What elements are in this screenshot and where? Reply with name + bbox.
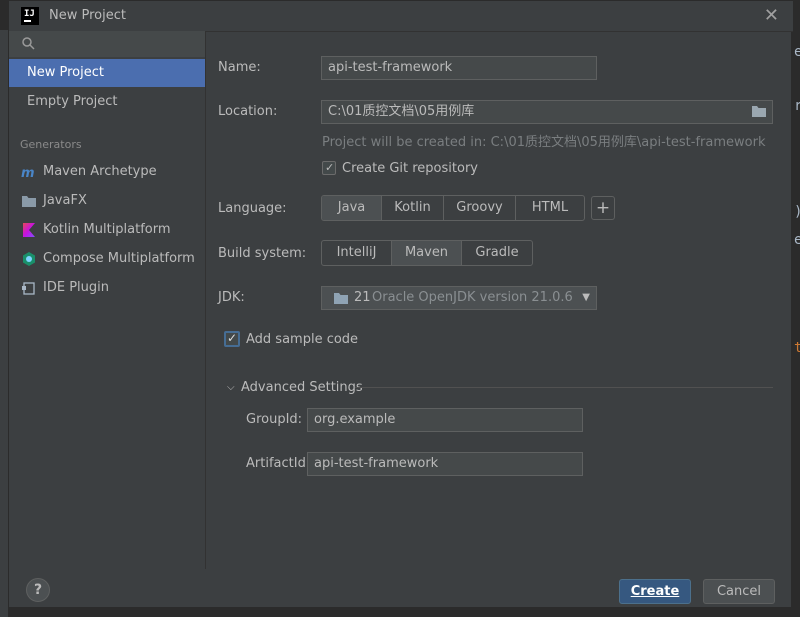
generators-heading: Generators <box>20 138 82 151</box>
language-selector: Java Kotlin Groovy HTML <box>321 195 585 221</box>
window-title: New Project <box>49 8 126 23</box>
language-groovy[interactable]: Groovy <box>444 196 516 220</box>
cancel-button[interactable]: Cancel <box>703 579 775 604</box>
language-html[interactable]: HTML <box>516 196 584 220</box>
editor-glyph: e <box>794 44 800 60</box>
build-gradle[interactable]: Gradle <box>462 241 532 265</box>
plugin-icon <box>22 282 35 295</box>
new-project-dialog: IJ New Project ✕ New Project Empty Proje… <box>8 0 793 608</box>
maven-icon: m <box>21 166 35 179</box>
close-icon[interactable]: ✕ <box>764 5 779 26</box>
generator-label: Kotlin Multiplatform <box>43 222 171 237</box>
generator-label: Compose Multiplatform <box>43 251 195 266</box>
editor-glyph: e <box>794 232 800 248</box>
sidebar-search[interactable] <box>9 31 205 57</box>
sample-code-checkbox[interactable]: ✓ <box>224 331 240 347</box>
artifactid-input[interactable]: api-test-framework <box>307 452 583 476</box>
advanced-settings-toggle[interactable]: Advanced Settings <box>241 380 363 395</box>
generator-javafx[interactable]: JavaFX <box>9 187 205 215</box>
build-maven[interactable]: Maven <box>392 241 462 265</box>
jdk-label: JDK: <box>218 290 245 305</box>
check-icon: ✓ <box>325 161 335 174</box>
help-button[interactable]: ? <box>26 578 50 602</box>
background-window-edge <box>0 30 8 617</box>
svg-text:m: m <box>21 166 35 179</box>
generator-label: JavaFX <box>43 193 87 208</box>
jdk-name: Oracle OpenJDK version 21.0.6 <box>372 290 573 305</box>
build-system-selector: IntelliJ Maven Gradle <box>321 240 533 266</box>
check-icon: ✓ <box>227 331 238 345</box>
folder-icon <box>22 196 36 207</box>
generator-compose-multiplatform[interactable]: Compose Multiplatform <box>9 245 205 273</box>
app-icon-text: IJ <box>24 9 35 19</box>
artifactid-label: ArtifactId: <box>246 456 311 471</box>
location-hint: Project will be created in: C:\01质控文档\05… <box>322 135 766 150</box>
search-icon <box>22 37 35 50</box>
sample-code-label[interactable]: Add sample code <box>246 332 358 347</box>
build-system-label: Build system: <box>218 246 307 261</box>
sidebar-item-new-project[interactable]: New Project <box>9 59 205 87</box>
compose-icon <box>23 252 35 266</box>
advanced-divider <box>355 387 773 388</box>
browse-folder-icon[interactable] <box>752 105 766 117</box>
sidebar-item-empty-project[interactable]: Empty Project <box>9 88 205 116</box>
generator-label: Maven Archetype <box>43 164 157 179</box>
git-checkbox-label[interactable]: Create Git repository <box>342 161 478 176</box>
location-input[interactable]: C:\01质控文档\05用例库 <box>321 100 773 124</box>
language-label: Language: <box>218 201 287 216</box>
language-java[interactable]: Java <box>322 196 382 220</box>
chevron-down-icon[interactable]: ⌵ <box>227 382 235 393</box>
chevron-down-icon: ▼ <box>582 292 590 303</box>
editor-glyph: ) <box>794 204 800 220</box>
jdk-select[interactable]: 21 Oracle OpenJDK version 21.0.6 ▼ <box>321 286 597 310</box>
groupid-input[interactable]: org.example <box>307 408 583 432</box>
editor-glyph: t <box>794 340 800 356</box>
sidebar: New Project Empty Project Generators m M… <box>9 31 206 569</box>
kotlin-icon <box>23 223 35 237</box>
location-value: C:\01质控文档\05用例库 <box>328 104 475 119</box>
generator-maven-archetype[interactable]: m Maven Archetype <box>9 158 205 186</box>
jdk-version: 21 <box>354 290 371 305</box>
intellij-app-icon: IJ <box>21 7 39 25</box>
generator-label: IDE Plugin <box>43 280 109 295</box>
add-language-button[interactable]: + <box>591 196 615 220</box>
editor-glyph: r <box>794 98 800 114</box>
name-input[interactable]: api-test-framework <box>321 56 597 80</box>
language-kotlin[interactable]: Kotlin <box>382 196 444 220</box>
title-bar: IJ New Project ✕ <box>9 1 793 32</box>
generator-kotlin-multiplatform[interactable]: Kotlin Multiplatform <box>9 216 205 244</box>
git-checkbox[interactable]: ✓ <box>322 161 336 175</box>
name-label: Name: <box>218 60 261 75</box>
generator-ide-plugin[interactable]: IDE Plugin <box>9 274 205 302</box>
groupid-label: GroupId: <box>246 412 303 427</box>
create-button[interactable]: Create <box>619 579 691 604</box>
location-label: Location: <box>218 104 278 119</box>
jdk-folder-icon <box>334 293 348 304</box>
build-intellij[interactable]: IntelliJ <box>322 241 392 265</box>
